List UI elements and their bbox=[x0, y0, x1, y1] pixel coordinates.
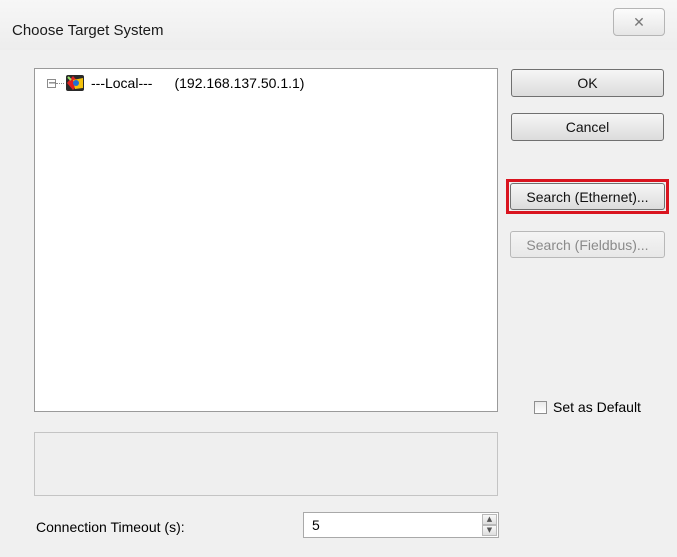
set-default-checkbox[interactable] bbox=[534, 400, 547, 414]
title-bar: Choose Target System ✕ bbox=[0, 0, 677, 50]
timeout-value[interactable]: 5 bbox=[312, 517, 320, 533]
cancel-button[interactable]: Cancel bbox=[511, 113, 664, 141]
set-default-option[interactable]: Set as Default bbox=[534, 399, 641, 415]
tree-node-address: (192.168.137.50.1.1) bbox=[174, 75, 305, 91]
search-fieldbus-button[interactable]: Search (Fieldbus)... bbox=[510, 231, 665, 258]
set-default-label: Set as Default bbox=[553, 399, 641, 415]
tree-connector bbox=[56, 82, 64, 84]
spin-down-icon[interactable]: ▼ bbox=[482, 525, 497, 536]
info-panel bbox=[34, 432, 498, 496]
ok-button[interactable]: OK bbox=[511, 69, 664, 97]
target-tree[interactable]: − ---Local--- (192.168.137.50.1.1) bbox=[34, 68, 498, 412]
target-system-icon bbox=[66, 75, 84, 91]
close-button[interactable]: ✕ bbox=[613, 8, 665, 36]
close-icon: ✕ bbox=[633, 13, 645, 30]
tree-node-label: ---Local--- bbox=[91, 75, 153, 91]
timeout-input[interactable]: 5 ▲ ▼ bbox=[303, 512, 499, 538]
timeout-spinner[interactable]: ▲ ▼ bbox=[482, 514, 497, 536]
spin-up-icon[interactable]: ▲ bbox=[482, 514, 497, 525]
collapse-icon[interactable]: − bbox=[47, 78, 56, 88]
window-title: Choose Target System bbox=[12, 22, 164, 39]
timeout-label: Connection Timeout (s): bbox=[36, 519, 185, 535]
tree-node-local[interactable]: − ---Local--- (192.168.137.50.1.1) bbox=[47, 74, 304, 92]
search-ethernet-button[interactable]: Search (Ethernet)... bbox=[510, 183, 665, 210]
